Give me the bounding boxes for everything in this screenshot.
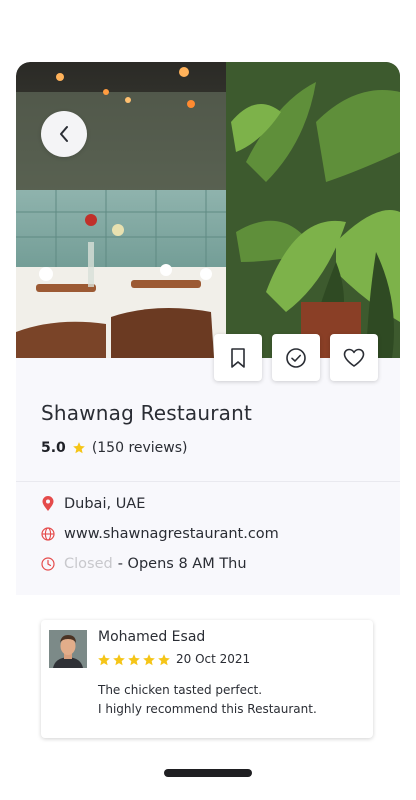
heart-icon [343,348,365,367]
avatar [49,630,87,668]
review-line-1: The chicken tasted perfect. [98,683,263,697]
clock-icon [40,556,56,572]
review-count: (150 reviews) [91,440,188,456]
rating-row: 5.0 (150 reviews) [41,440,188,456]
star-icon [113,654,125,666]
star-icon [158,654,170,666]
restaurant-card: Shawnag Restaurant 5.0 (150 reviews) Dub… [16,62,400,595]
visited-button[interactable] [272,334,320,381]
review-stars [97,653,171,667]
location-text: Dubai, UAE [64,496,146,512]
check-circle-icon [286,347,306,368]
back-button[interactable] [41,111,87,157]
bookmark-icon [231,347,245,368]
restaurant-name: Shawnag Restaurant [41,401,253,425]
action-buttons [214,334,378,381]
star-icon [72,442,85,454]
reviewer-name: Mohamed Esad [98,629,206,645]
closed-status: Closed [64,556,113,572]
star-icon [128,654,140,666]
website-row[interactable]: www.shawnagrestaurant.com [40,526,279,542]
review-text: The chicken tasted perfect. I highly rec… [98,681,317,719]
restaurant-hero-image [16,62,400,358]
bookmark-button[interactable] [214,334,262,381]
home-indicator[interactable] [164,769,252,777]
divider [16,481,400,482]
hours-row: Closed - Opens 8 AM Thu [40,556,247,572]
rating-value: 5.0 [41,440,66,456]
map-pin-icon [40,496,56,512]
star-icon [143,654,155,666]
star-icon [98,654,110,666]
review-card: Mohamed Esad 20 Oct 2021 The chicken tas… [41,620,373,738]
favorite-button[interactable] [330,334,378,381]
opening-hours: - Opens 8 AM Thu [117,556,247,572]
review-date: 20 Oct 2021 [176,652,251,666]
review-line-2: I highly recommend this Restaurant. [98,702,317,716]
website-link[interactable]: www.shawnagrestaurant.com [64,526,279,542]
globe-icon [40,526,56,542]
location-row: Dubai, UAE [40,496,145,512]
chevron-left-icon [60,126,68,142]
